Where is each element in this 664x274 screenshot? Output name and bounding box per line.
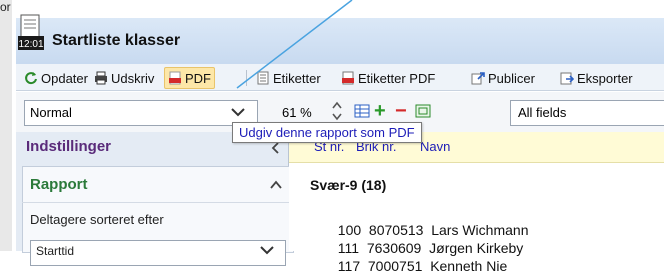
- toolbar-separator: [246, 70, 247, 86]
- zoom-spinner-icon[interactable]: [330, 100, 344, 122]
- class-title: Svær-9 (18): [310, 177, 387, 193]
- view-select-value: Normal: [30, 105, 72, 120]
- sort-select-value: Starttid: [36, 244, 75, 258]
- settings-title: Indstillinger: [26, 138, 112, 155]
- printer-icon: [95, 71, 107, 85]
- export-label: Eksporter: [577, 70, 633, 86]
- table-row[interactable]: 117 7000751 Kenneth Nie: [330, 242, 507, 274]
- background-window-text: or: [0, 0, 11, 14]
- clock-time: 12:01: [18, 39, 43, 50]
- publish-label: Publicer: [488, 70, 535, 86]
- document-clock-icon: 12:01: [18, 14, 44, 50]
- sort-label: Deltagere sorteret efter: [30, 212, 164, 227]
- publish-button[interactable]: Publicer: [471, 68, 535, 88]
- labels-pdf-icon: [342, 71, 354, 85]
- runner-name: Kenneth Nie: [430, 258, 508, 274]
- start-no: 117: [337, 258, 361, 274]
- pdf-label: PDF: [185, 70, 211, 86]
- labels-icon: [257, 71, 269, 85]
- toolbar: Opdater Udskriv PDF Etiketter Etiketter …: [16, 64, 664, 91]
- window-title: Startliste klasser: [52, 32, 181, 49]
- table-icon[interactable]: [354, 104, 370, 118]
- labels-pdf-button[interactable]: Etiketter PDF: [341, 68, 435, 88]
- labels-label: Etiketter: [273, 70, 321, 86]
- chevron-down-icon[interactable]: [258, 244, 276, 258]
- labels-pdf-label: Etiketter PDF: [358, 70, 436, 86]
- column-header-name[interactable]: Navn: [420, 139, 450, 154]
- labels-button[interactable]: Etiketter: [256, 68, 321, 88]
- background-window-edge: [0, 0, 12, 251]
- divider: [22, 202, 292, 203]
- print-label: Udskriv: [111, 70, 155, 86]
- zoom-out-icon[interactable]: −: [395, 100, 407, 123]
- update-label: Opdater: [41, 70, 88, 86]
- zoom-level[interactable]: 61 %: [282, 105, 312, 120]
- pdf-icon: [169, 71, 181, 85]
- export-button[interactable]: Eksporter: [560, 68, 633, 88]
- print-button[interactable]: Udskriv: [94, 68, 154, 88]
- card-no: 7000751: [367, 258, 423, 274]
- update-button[interactable]: Opdater: [24, 68, 88, 88]
- pdf-button[interactable]: PDF: [164, 67, 215, 89]
- pdf-tooltip: Udgiv denne rapport som PDF: [232, 122, 422, 143]
- publish-icon: [471, 72, 485, 85]
- fields-select-value: All fields: [518, 105, 567, 120]
- chevron-up-icon[interactable]: [268, 178, 284, 192]
- zoom-in-icon[interactable]: +: [374, 100, 386, 123]
- export-icon: [560, 72, 574, 85]
- chevron-down-icon[interactable]: [228, 102, 248, 122]
- fit-page-icon[interactable]: [415, 104, 431, 118]
- refresh-icon: [25, 72, 37, 85]
- report-section-title: Rapport: [30, 176, 88, 193]
